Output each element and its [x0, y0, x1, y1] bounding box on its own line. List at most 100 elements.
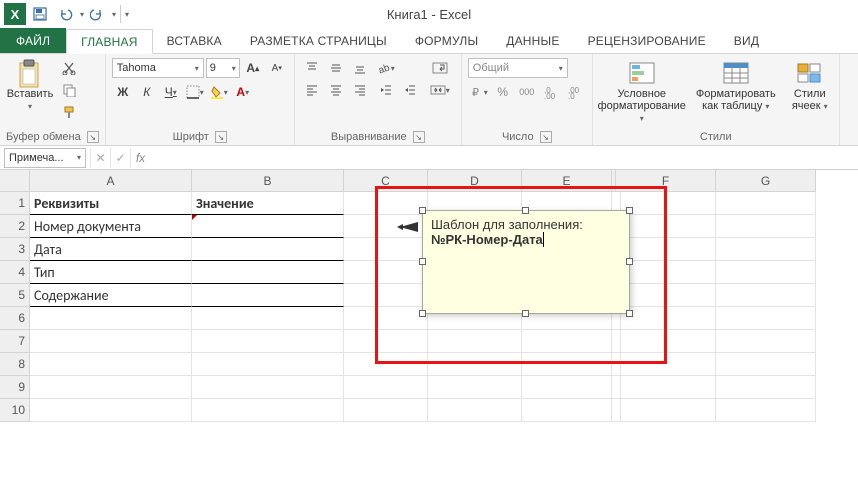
- qat-redo-icon[interactable]: [86, 3, 110, 25]
- decrease-decimal-icon[interactable]: ,00,0: [564, 82, 586, 102]
- cell-G6[interactable]: [716, 307, 816, 330]
- cell-D9[interactable]: [428, 376, 522, 399]
- cell-D10[interactable]: [428, 399, 522, 422]
- tab-page-layout[interactable]: РАЗМЕТКА СТРАНИЦЫ: [236, 28, 401, 53]
- tab-formulas[interactable]: ФОРМУЛЫ: [401, 28, 492, 53]
- cell-G10[interactable]: [716, 399, 816, 422]
- cell-B10[interactable]: [192, 399, 344, 422]
- align-middle-icon[interactable]: [325, 58, 347, 78]
- formula-cancel-icon[interactable]: ✕: [90, 148, 110, 168]
- cell-B9[interactable]: [192, 376, 344, 399]
- cell-F2[interactable]: [616, 215, 716, 238]
- col-header-A[interactable]: A: [30, 170, 192, 192]
- align-right-icon[interactable]: [349, 80, 371, 100]
- clipboard-launcher-icon[interactable]: ↘: [87, 131, 99, 143]
- cell-A7[interactable]: [30, 330, 192, 353]
- decrease-font-icon[interactable]: A▾: [266, 58, 288, 78]
- cell-B8[interactable]: [192, 353, 344, 376]
- cell-B1[interactable]: Значение: [192, 192, 344, 215]
- cell-C1[interactable]: [344, 192, 428, 215]
- conditional-formatting-button[interactable]: Условное форматирование ▾: [599, 58, 685, 127]
- qat-save-icon[interactable]: [28, 3, 52, 25]
- cell-A4[interactable]: Тип: [30, 261, 192, 284]
- cell-G8[interactable]: [716, 353, 816, 376]
- col-header-F[interactable]: F: [616, 170, 716, 192]
- increase-font-icon[interactable]: A▴: [242, 58, 264, 78]
- col-header-C[interactable]: C: [344, 170, 428, 192]
- cell-A6[interactable]: [30, 307, 192, 330]
- cell-E7[interactable]: [522, 330, 612, 353]
- tab-review[interactable]: РЕЦЕНЗИРОВАНИЕ: [574, 28, 720, 53]
- italic-button[interactable]: К: [136, 82, 158, 102]
- redo-dropdown-icon[interactable]: ▾: [112, 10, 116, 19]
- tab-file[interactable]: ФАЙЛ: [0, 28, 66, 53]
- comment-box[interactable]: Шаблон для заполнения: №РК-Номер-Дата: [422, 210, 630, 314]
- orientation-icon[interactable]: ab▾: [375, 58, 397, 78]
- percent-format-icon[interactable]: %: [492, 82, 514, 102]
- increase-decimal-icon[interactable]: ,0,00: [540, 82, 562, 102]
- row-header-5[interactable]: 5: [0, 284, 30, 307]
- decrease-indent-icon[interactable]: [375, 80, 397, 100]
- merge-center-icon[interactable]: ▾: [425, 80, 455, 100]
- cell-A3[interactable]: Дата: [30, 238, 192, 261]
- cell-C8[interactable]: [344, 353, 428, 376]
- fill-color-icon[interactable]: ▾: [208, 82, 230, 102]
- accounting-format-icon[interactable]: ₽▾: [468, 82, 490, 102]
- alignment-launcher-icon[interactable]: ↘: [413, 131, 425, 143]
- cell-C5[interactable]: [344, 284, 428, 307]
- cell-B5[interactable]: [192, 284, 344, 307]
- row-header-3[interactable]: 3: [0, 238, 30, 261]
- align-left-icon[interactable]: [301, 80, 323, 100]
- qat-undo-icon[interactable]: [54, 3, 78, 25]
- cell-A10[interactable]: [30, 399, 192, 422]
- align-bottom-icon[interactable]: [349, 58, 371, 78]
- cell-A5[interactable]: Содержание: [30, 284, 192, 307]
- cell-F7[interactable]: [616, 330, 716, 353]
- col-header-E[interactable]: E: [522, 170, 612, 192]
- paste-button[interactable]: Вставить▾: [6, 58, 54, 115]
- cell-B2[interactable]: [192, 215, 344, 238]
- col-header-B[interactable]: B: [192, 170, 344, 192]
- format-as-table-button[interactable]: Форматировать как таблицу ▾: [695, 58, 777, 115]
- font-launcher-icon[interactable]: ↘: [215, 131, 227, 143]
- cell-C9[interactable]: [344, 376, 428, 399]
- borders-icon[interactable]: ▾: [184, 82, 206, 102]
- formula-input[interactable]: [150, 148, 858, 168]
- undo-dropdown-icon[interactable]: ▾: [80, 10, 84, 19]
- cell-A8[interactable]: [30, 353, 192, 376]
- number-launcher-icon[interactable]: ↘: [540, 131, 552, 143]
- copy-icon[interactable]: [58, 80, 80, 100]
- wrap-text-icon[interactable]: [425, 58, 455, 78]
- cell-A1[interactable]: Реквизиты: [30, 192, 192, 215]
- tab-insert[interactable]: ВСТАВКА: [153, 28, 236, 53]
- insert-function-icon[interactable]: fx: [130, 148, 150, 168]
- cell-F10[interactable]: [616, 399, 716, 422]
- comma-format-icon[interactable]: 000: [516, 82, 538, 102]
- cell-G9[interactable]: [716, 376, 816, 399]
- col-header-G[interactable]: G: [716, 170, 816, 192]
- tab-view[interactable]: ВИД: [720, 28, 773, 53]
- tab-home[interactable]: ГЛАВНАЯ: [66, 29, 152, 54]
- cell-E9[interactable]: [522, 376, 612, 399]
- number-format-combo[interactable]: Общий▾: [468, 58, 568, 78]
- row-header-7[interactable]: 7: [0, 330, 30, 353]
- cell-E10[interactable]: [522, 399, 612, 422]
- row-header-10[interactable]: 10: [0, 399, 30, 422]
- cell-A2[interactable]: Номер документа: [30, 215, 192, 238]
- row-header-1[interactable]: 1: [0, 192, 30, 215]
- row-header-9[interactable]: 9: [0, 376, 30, 399]
- formula-enter-icon[interactable]: ✓: [110, 148, 130, 168]
- cell-F9[interactable]: [616, 376, 716, 399]
- font-name-combo[interactable]: Tahoma▾: [112, 58, 204, 78]
- col-header-D[interactable]: D: [428, 170, 522, 192]
- cell-B3[interactable]: [192, 238, 344, 261]
- cell-D8[interactable]: [428, 353, 522, 376]
- cut-icon[interactable]: [58, 58, 80, 78]
- qat-customize-icon[interactable]: ▾: [125, 10, 129, 19]
- align-center-icon[interactable]: [325, 80, 347, 100]
- font-color-icon[interactable]: A▾: [232, 82, 254, 102]
- cell-G7[interactable]: [716, 330, 816, 353]
- tab-data[interactable]: ДАННЫЕ: [492, 28, 573, 53]
- cell-G1[interactable]: [716, 192, 816, 215]
- cell-C4[interactable]: [344, 261, 428, 284]
